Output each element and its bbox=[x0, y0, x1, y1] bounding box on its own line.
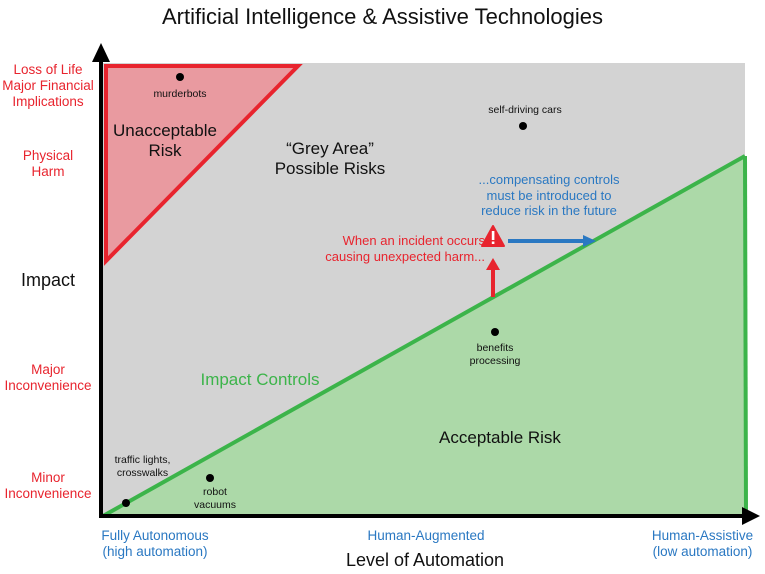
x-level-fully-autonomous: Fully Autonomous (high automation) bbox=[101, 528, 209, 560]
acceptable-right-edge bbox=[743, 155, 748, 516]
point-label-traffic-lights: traffic lights, crosswalks bbox=[114, 454, 171, 479]
y-level-physical-harm: Physical Harm bbox=[22, 148, 74, 180]
y-axis-label: Impact bbox=[20, 270, 76, 290]
diagram-canvas bbox=[92, 43, 760, 525]
point-self-driving-cars bbox=[519, 122, 527, 130]
x-level-human-assistive: Human-Assistive (low automation) bbox=[651, 528, 754, 560]
point-label-benefits-processing: benefits processing bbox=[469, 342, 521, 367]
x-level-human-augmented: Human-Augmented bbox=[367, 528, 485, 543]
y-level-major-inconvenience: Major Inconvenience bbox=[4, 362, 92, 394]
unacceptable-risk-label: Unacceptable Risk bbox=[113, 121, 217, 161]
point-traffic-lights bbox=[122, 499, 130, 507]
point-label-self-driving-cars: self-driving cars bbox=[488, 104, 562, 116]
point-label-murderbots: murderbots bbox=[153, 88, 207, 100]
y-level-minor-inconvenience: Minor Inconvenience bbox=[4, 470, 92, 502]
y-axis-arrowhead bbox=[92, 43, 110, 62]
x-axis-arrowhead bbox=[742, 507, 760, 525]
acceptable-risk-label: Acceptable Risk bbox=[439, 428, 561, 447]
diagram-title: Artificial Intelligence & Assistive Tech… bbox=[161, 4, 604, 29]
y-level-loss-of-life: Loss of Life Major Financial Implication… bbox=[2, 62, 94, 110]
compensating-annotation: ...compensating controls must be introdu… bbox=[478, 172, 620, 219]
point-benefits-processing bbox=[491, 328, 499, 336]
point-robot-vacuums bbox=[206, 474, 214, 482]
incident-annotation: When an incident occurs causing unexpect… bbox=[325, 233, 485, 264]
point-murderbots bbox=[176, 73, 184, 81]
point-label-robot-vacuums: robot vacuums bbox=[193, 486, 236, 511]
impact-controls-label: Impact Controls bbox=[200, 370, 320, 389]
grey-area-label: “Grey Area” Possible Risks bbox=[274, 139, 386, 179]
x-axis-label: Level of Automation bbox=[345, 550, 505, 570]
